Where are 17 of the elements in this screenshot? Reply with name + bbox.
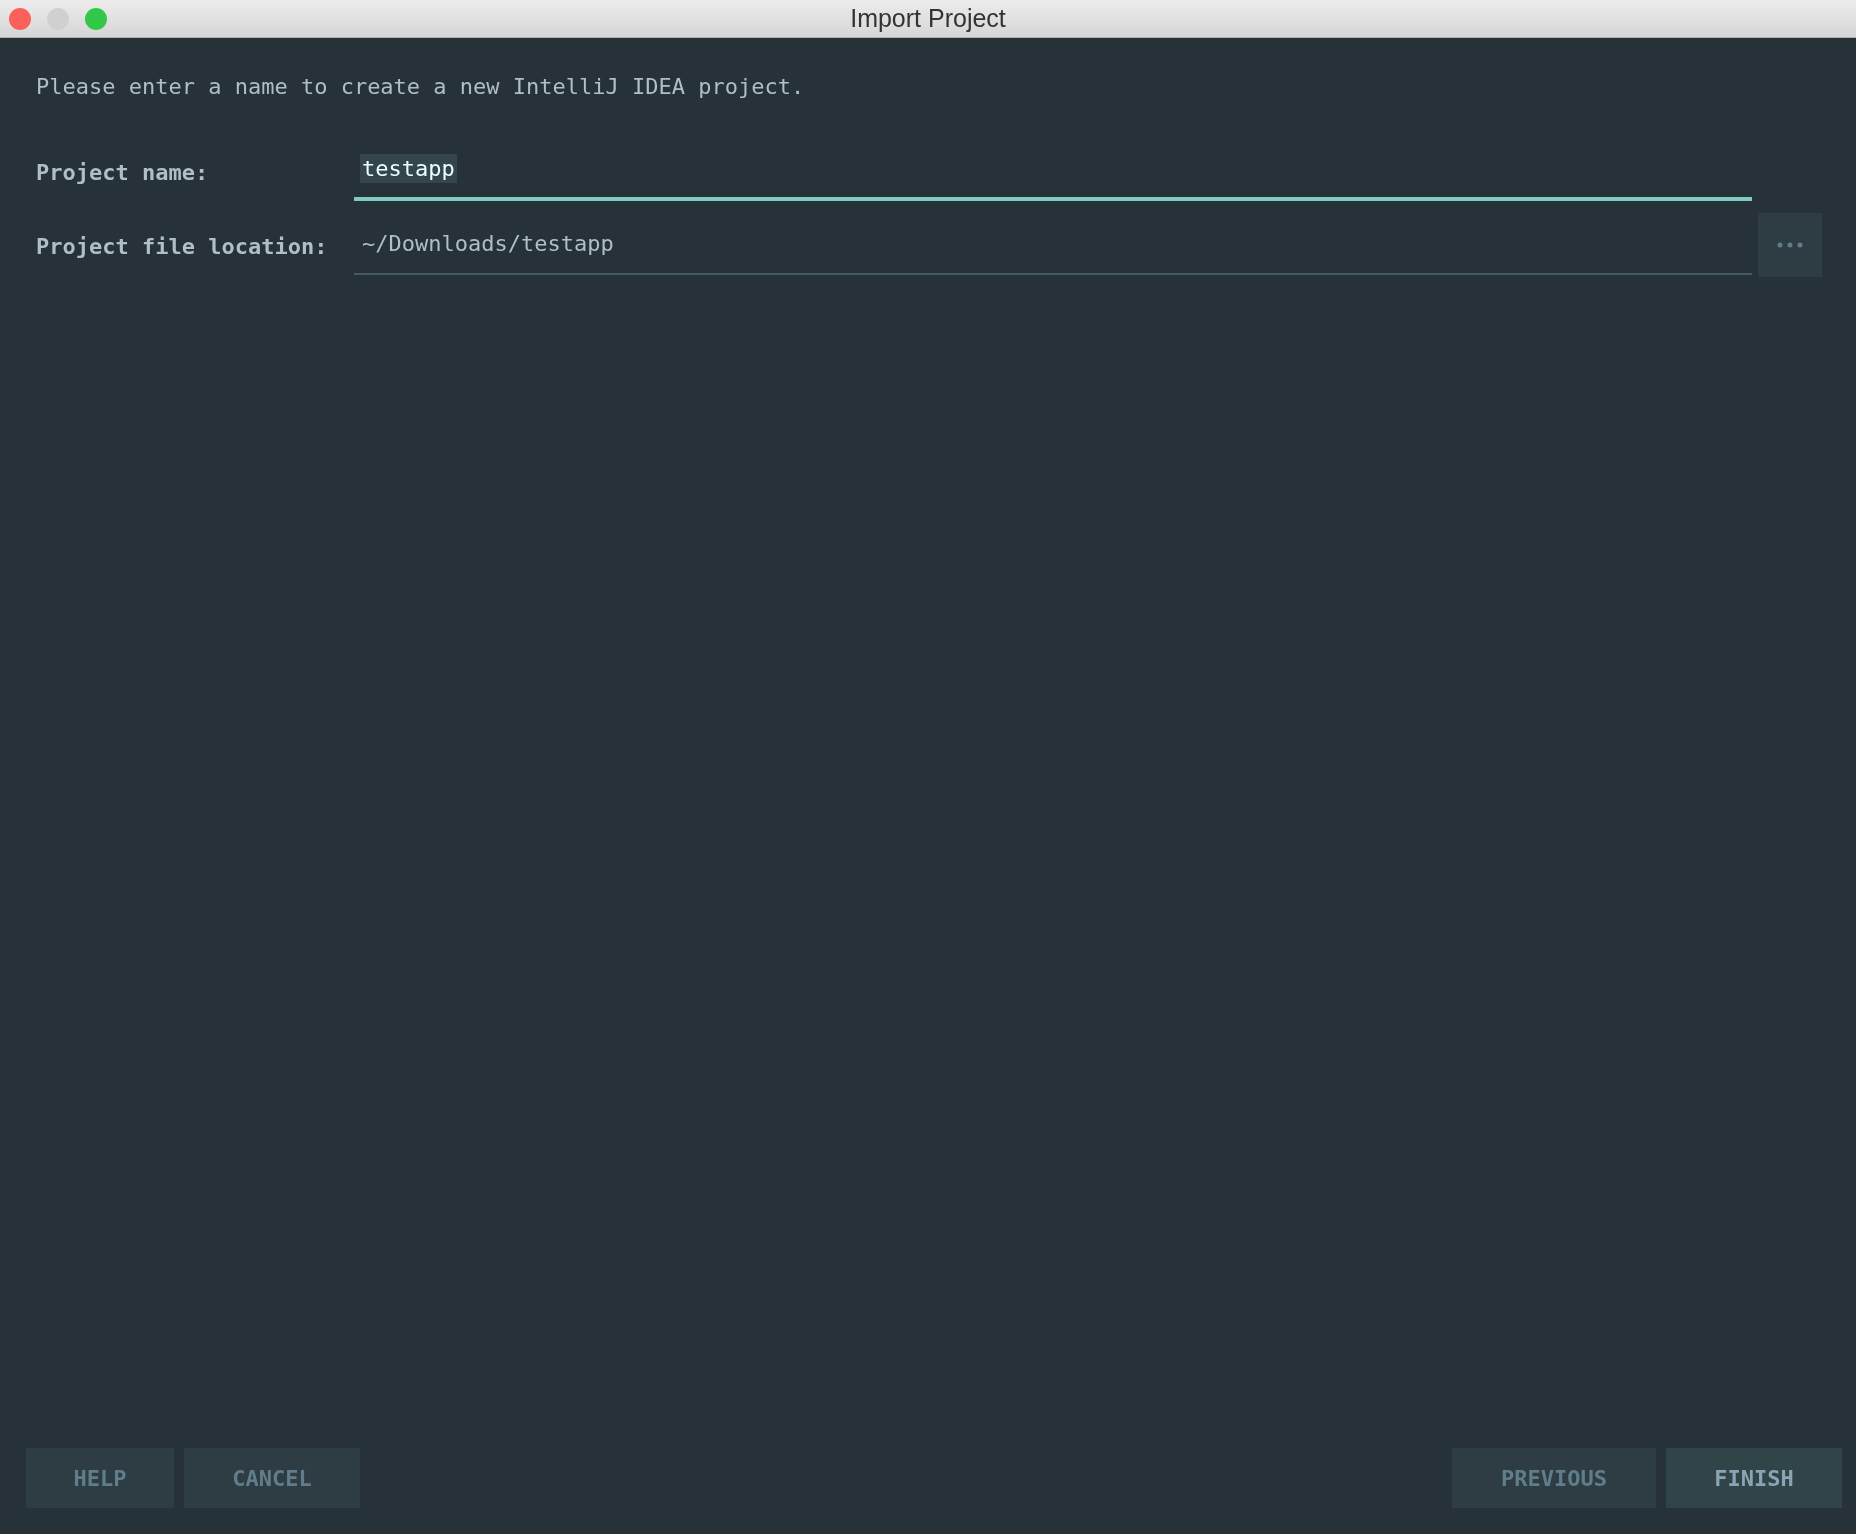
- field-label: Project name:: [36, 158, 210, 185]
- close-button[interactable]: [9, 7, 31, 30]
- field-label: Project file location:: [36, 232, 329, 259]
- minimize-button[interactable]: [47, 7, 69, 30]
- dialog-button[interactable]: PREVIOUS: [1452, 1448, 1656, 1508]
- browse-button[interactable]: [1758, 213, 1822, 277]
- ellipsis-icon: [1777, 242, 1803, 248]
- intro-text: Please enter a name to create a new IntelliJ IDEA project.: [36, 74, 806, 99]
- dialog-button[interactable]: HELP: [26, 1448, 174, 1508]
- dialog-button[interactable]: FINISH: [1666, 1448, 1842, 1508]
- dialog-button[interactable]: CANCEL: [184, 1448, 360, 1508]
- text-field[interactable]: ~/Downloads/testapp: [354, 213, 1752, 275]
- window-title: Import Project: [850, 4, 1006, 33]
- field-value: ~/Downloads/testapp: [361, 229, 615, 258]
- text-field[interactable]: testapp: [354, 139, 1752, 201]
- zoom-button[interactable]: [85, 7, 107, 30]
- field-value: testapp: [360, 153, 457, 183]
